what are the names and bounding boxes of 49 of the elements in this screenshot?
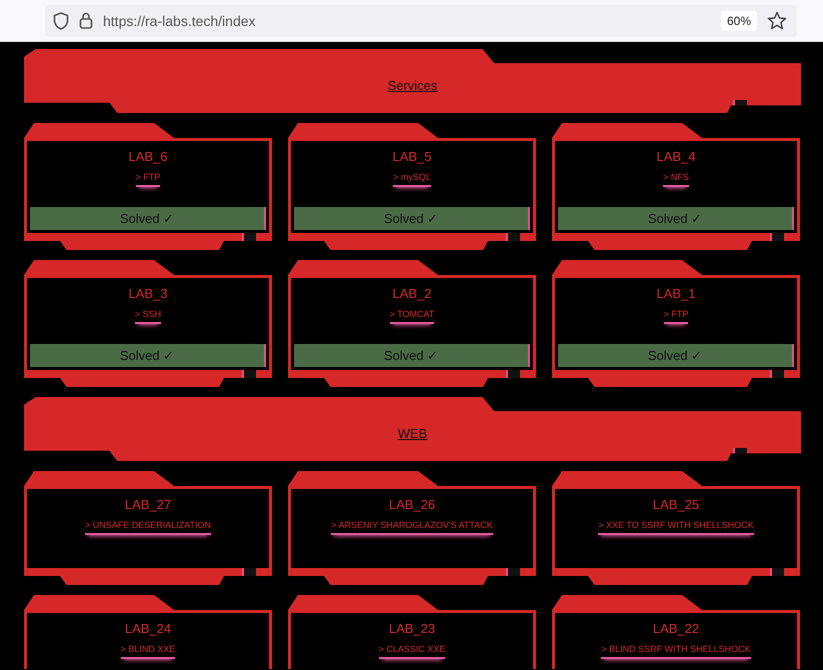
lab-link[interactable]: > XXE TO SSRF WITH SHELLSHOCK <box>598 520 754 535</box>
tag-mark <box>242 568 256 576</box>
lab-link[interactable]: > SSH <box>134 309 162 324</box>
shield-icon[interactable] <box>53 12 69 30</box>
lab-title: LAB_22 <box>652 621 700 636</box>
solved-status-bar: Solved ✓ <box>30 344 266 367</box>
star-icon[interactable] <box>767 11 787 30</box>
lab-link[interactable]: > ARSENIY SHAROGLAZOV'S ATTACK <box>331 520 493 535</box>
lab-link[interactable]: > NFS <box>663 172 689 187</box>
tag-mark <box>733 100 747 107</box>
lab-title: LAB_5 <box>392 149 432 164</box>
tag-mark <box>770 370 784 378</box>
lab-link[interactable]: > TOMCAT <box>390 309 434 324</box>
zoom-level-button[interactable]: 60% <box>720 10 757 30</box>
tag-mark <box>770 233 784 241</box>
lab-title: LAB_24 <box>124 621 172 636</box>
tag-mark <box>770 568 784 576</box>
lab-title: LAB_27 <box>124 497 172 512</box>
lab-title: LAB_23 <box>388 621 436 636</box>
tag-mark <box>733 448 747 455</box>
url-text[interactable]: https://ra-labs.tech/index <box>103 12 256 28</box>
lab-link[interactable]: > FTP <box>136 172 160 187</box>
section-title-link[interactable]: Services <box>388 70 438 92</box>
tag-mark <box>242 370 256 378</box>
lab-link[interactable]: > UNSAFE DESERIALIZATION <box>84 520 212 535</box>
lab-title: LAB_25 <box>652 497 700 512</box>
address-bar[interactable]: https://ra-labs.tech/index 60% <box>45 4 797 36</box>
tag-mark <box>506 370 520 378</box>
section-title-link[interactable]: WEB <box>398 418 428 440</box>
solved-status-bar: Solved ✓ <box>558 344 794 367</box>
solved-status-bar: Solved ✓ <box>558 207 794 230</box>
solved-status-bar: Solved ✓ <box>30 207 266 230</box>
lab-link[interactable]: > FTP <box>664 309 688 324</box>
tag-mark <box>506 568 520 576</box>
solved-status-bar: Solved ✓ <box>294 344 530 367</box>
lab-title: LAB_1 <box>656 286 696 301</box>
solved-status-bar: Solved ✓ <box>294 207 530 230</box>
lab-link[interactable]: > BLIND XXE <box>120 644 176 659</box>
tag-mark <box>506 233 520 241</box>
lab-title: LAB_6 <box>128 149 168 164</box>
lock-icon[interactable] <box>79 12 93 29</box>
lab-link[interactable]: > CLASSIC XXE <box>378 644 446 659</box>
lab-title: LAB_3 <box>128 286 168 301</box>
tag-mark <box>242 233 256 241</box>
lab-link[interactable]: > mySQL <box>393 172 431 187</box>
lab-link[interactable]: > BLIND SSRF WITH SHELLSHOCK <box>601 644 751 659</box>
lab-title: LAB_2 <box>392 286 432 301</box>
lab-title: LAB_4 <box>656 149 696 164</box>
lab-title: LAB_26 <box>388 497 436 512</box>
